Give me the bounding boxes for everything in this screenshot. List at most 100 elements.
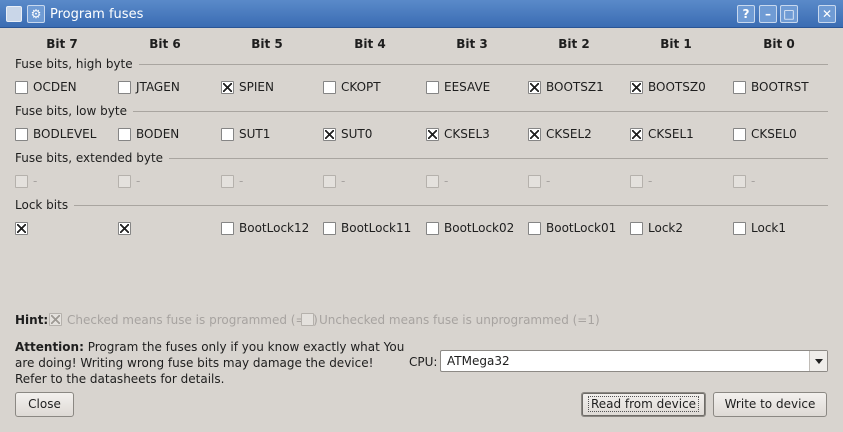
- read-from-device-button[interactable]: Read from device: [581, 392, 706, 417]
- chevron-down-icon[interactable]: [809, 351, 827, 371]
- fuse-checkbox[interactable]: [733, 128, 746, 141]
- fuse-checkbox[interactable]: [733, 81, 746, 94]
- fuse-label[interactable]: Lock1: [751, 221, 786, 235]
- close-window-button[interactable]: ✕: [818, 5, 836, 23]
- attention-message: Attention: Program the fuses only if you…: [15, 339, 405, 387]
- fuse-label[interactable]: EESAVE: [444, 80, 490, 94]
- fuse-label: -: [444, 174, 449, 188]
- fuse-label[interactable]: CKSEL3: [444, 127, 490, 141]
- fuse-label: -: [136, 174, 141, 188]
- fuse-label[interactable]: BODEN: [136, 127, 179, 141]
- fuse-checkbox: [426, 175, 439, 188]
- section-title: Lock bits: [15, 198, 69, 212]
- column-header-6: Bit 6: [149, 37, 181, 51]
- fuse-checkbox[interactable]: [426, 128, 439, 141]
- fuse-checkbox[interactable]: [323, 81, 336, 94]
- window-title: Program fuses: [50, 7, 144, 22]
- column-header-4: Bit 4: [354, 37, 386, 51]
- fuse-label: -: [239, 174, 244, 188]
- fuse-checkbox: [733, 175, 746, 188]
- fuse-label[interactable]: BOOTRST: [751, 80, 809, 94]
- fuse-label[interactable]: SUT0: [341, 127, 372, 141]
- title-bar: ⚙ Program fuses ? – □ ✕: [0, 0, 843, 28]
- section-title: Fuse bits, low byte: [15, 104, 127, 118]
- fuse-checkbox[interactable]: [528, 222, 541, 235]
- fuse-label[interactable]: Lock2: [648, 221, 683, 235]
- fuse-label[interactable]: CKSEL2: [546, 127, 592, 141]
- fuse-label[interactable]: BODLEVEL: [33, 127, 96, 141]
- fuse-label[interactable]: CKSEL1: [648, 127, 694, 141]
- fuse-checkbox[interactable]: [733, 222, 746, 235]
- hint-checked-checkbox: [49, 313, 62, 326]
- fuse-label: -: [648, 174, 653, 188]
- fuse-checkbox: [323, 175, 336, 188]
- fuse-label: -: [33, 174, 38, 188]
- fuse-checkbox[interactable]: [630, 81, 643, 94]
- fuse-checkbox[interactable]: [221, 128, 234, 141]
- fuse-checkbox[interactable]: [426, 81, 439, 94]
- fuse-checkbox[interactable]: [323, 222, 336, 235]
- fuse-checkbox[interactable]: [426, 222, 439, 235]
- fuse-label[interactable]: CKOPT: [341, 80, 381, 94]
- section-divider: [74, 205, 828, 206]
- fuse-label: -: [341, 174, 346, 188]
- fuse-label: -: [751, 174, 756, 188]
- fuse-label[interactable]: BOOTSZ1: [546, 80, 604, 94]
- fuse-checkbox[interactable]: [323, 128, 336, 141]
- fuse-checkbox[interactable]: [528, 81, 541, 94]
- read-from-device-label: Read from device: [587, 396, 700, 412]
- hint-label: Hint:: [15, 313, 49, 327]
- cpu-label: CPU:: [409, 355, 438, 369]
- column-header-3: Bit 3: [456, 37, 488, 51]
- fuse-label[interactable]: OCDEN: [33, 80, 77, 94]
- fuse-checkbox[interactable]: [15, 128, 28, 141]
- minimize-button[interactable]: –: [759, 5, 777, 23]
- fuse-label[interactable]: SPIEN: [239, 80, 274, 94]
- fuse-checkbox[interactable]: [630, 128, 643, 141]
- fuse-label: -: [546, 174, 551, 188]
- fuse-checkbox[interactable]: [15, 222, 28, 235]
- close-button[interactable]: Close: [15, 392, 74, 417]
- hint-unchecked-checkbox: [301, 313, 314, 326]
- fuse-label[interactable]: BootLock02: [444, 221, 514, 235]
- fuse-checkbox[interactable]: [118, 222, 131, 235]
- cpu-select[interactable]: ATMega32: [440, 350, 828, 372]
- fuse-checkbox: [630, 175, 643, 188]
- column-header-1: Bit 1: [660, 37, 692, 51]
- fuse-checkbox[interactable]: [118, 128, 131, 141]
- fuse-checkbox: [118, 175, 131, 188]
- cpu-select-value: ATMega32: [447, 354, 510, 368]
- section-divider: [132, 111, 828, 112]
- section-title: Fuse bits, extended byte: [15, 151, 164, 165]
- hint-checked-text: Checked means fuse is programmed (=0): [67, 313, 318, 327]
- fuse-checkbox[interactable]: [15, 81, 28, 94]
- section-title: Fuse bits, high byte: [15, 57, 133, 71]
- write-to-device-button[interactable]: Write to device: [713, 392, 827, 417]
- fuse-checkbox[interactable]: [221, 222, 234, 235]
- fuse-checkbox[interactable]: [528, 128, 541, 141]
- column-header-5: Bit 5: [251, 37, 283, 51]
- maximize-button[interactable]: □: [780, 5, 798, 23]
- help-button[interactable]: ?: [737, 5, 755, 23]
- fuse-checkbox[interactable]: [118, 81, 131, 94]
- fuse-label[interactable]: JTAGEN: [136, 80, 180, 94]
- fuse-checkbox: [15, 175, 28, 188]
- column-header-0: Bit 0: [763, 37, 795, 51]
- section-divider: [138, 64, 828, 65]
- fuse-label[interactable]: CKSEL0: [751, 127, 797, 141]
- fuse-label[interactable]: BootLock01: [546, 221, 616, 235]
- fuse-checkbox[interactable]: [630, 222, 643, 235]
- fuse-checkbox: [221, 175, 234, 188]
- window-menu-icon[interactable]: ⚙: [27, 5, 45, 23]
- fuse-label[interactable]: BootLock11: [341, 221, 411, 235]
- window-icon: [6, 6, 22, 22]
- hint-unchecked-text: Unchecked means fuse is unprogrammed (=1…: [319, 313, 600, 327]
- fuse-checkbox[interactable]: [221, 81, 234, 94]
- fuse-label[interactable]: SUT1: [239, 127, 270, 141]
- fuse-checkbox: [528, 175, 541, 188]
- column-header-2: Bit 2: [558, 37, 590, 51]
- column-header-7: Bit 7: [46, 37, 78, 51]
- section-divider: [169, 158, 828, 159]
- fuse-label[interactable]: BootLock12: [239, 221, 309, 235]
- fuse-label[interactable]: BOOTSZ0: [648, 80, 706, 94]
